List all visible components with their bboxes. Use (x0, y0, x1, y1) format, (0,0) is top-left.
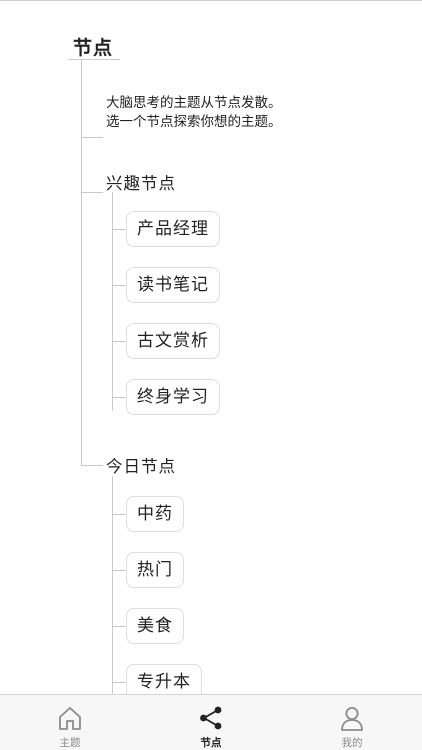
bottom-tab-bar: 主题 节点 我的 (0, 694, 422, 750)
node-chip[interactable]: 中药 (126, 496, 184, 532)
section-2-tree-line (112, 476, 113, 694)
tab-profile[interactable]: 我的 (282, 695, 422, 750)
tab-label: 节点 (200, 737, 222, 749)
node-branch-line (112, 514, 126, 515)
node-chip[interactable]: 读书笔记 (126, 267, 220, 303)
node-chip[interactable]: 美食 (126, 608, 184, 644)
section-title-today: 今日节点 (106, 457, 176, 476)
tab-label: 我的 (341, 737, 363, 749)
section-title-interest: 兴趣节点 (106, 174, 176, 193)
node-branch-line (112, 229, 126, 230)
section-1-branch-line (81, 192, 103, 193)
nodes-screen: 节点 大脑思考的主题从节点发散。 选一个节点探索你想的主题。 兴趣节点 产品经理… (0, 0, 422, 750)
node-branch-line (112, 682, 126, 683)
node-chip[interactable]: 古文赏析 (126, 323, 220, 359)
intro-branch-line (81, 137, 103, 138)
tab-home[interactable]: 主题 (0, 695, 140, 750)
node-branch-line (112, 626, 126, 627)
intro-line-2: 选一个节点探索你想的主题。 (106, 114, 282, 130)
section-2-branch-line (81, 465, 103, 466)
top-divider (0, 0, 422, 1)
intro-line-1: 大脑思考的主题从节点发散。 (106, 95, 282, 111)
share-nodes-icon (200, 706, 222, 730)
tab-nodes[interactable]: 节点 (141, 695, 281, 750)
home-icon (59, 707, 81, 730)
user-icon (341, 707, 363, 731)
main-tree-line (81, 59, 82, 465)
intro-text: 大脑思考的主题从节点发散。 选一个节点探索你想的主题。 (106, 94, 282, 132)
node-branch-line (112, 341, 126, 342)
section-1-tree-line (112, 192, 113, 411)
node-chip[interactable]: 热门 (126, 552, 184, 588)
node-branch-line (112, 397, 126, 398)
node-chip[interactable]: 终身学习 (126, 379, 220, 415)
node-branch-line (112, 570, 126, 571)
tab-label: 主题 (59, 737, 81, 749)
node-chip[interactable]: 产品经理 (126, 211, 220, 247)
page-title: 节点 (73, 37, 114, 59)
node-branch-line (112, 285, 126, 286)
